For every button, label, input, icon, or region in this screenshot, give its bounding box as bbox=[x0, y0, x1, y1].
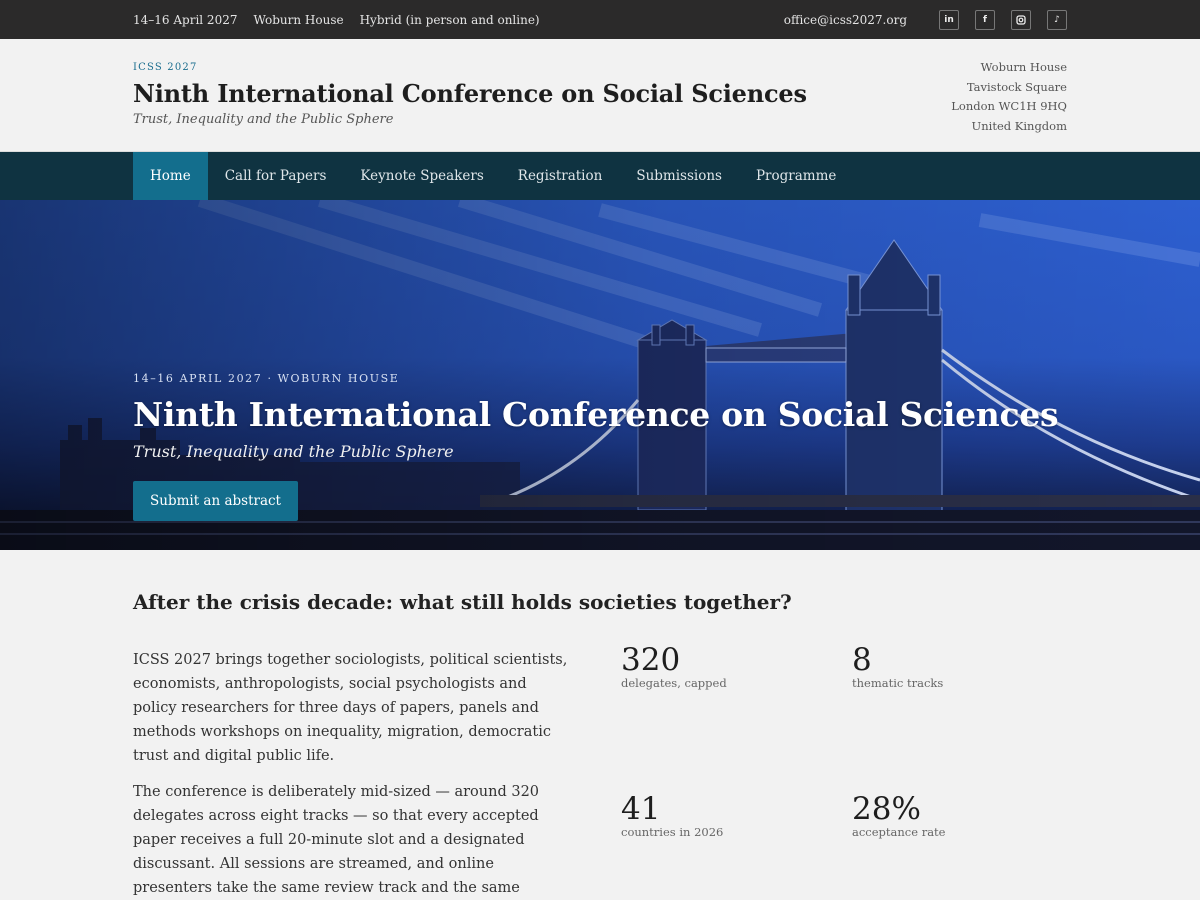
address-line: Tavistock Square bbox=[966, 79, 1067, 94]
stat-label: thematic tracks bbox=[852, 676, 944, 690]
stat-value: 28% bbox=[852, 791, 921, 827]
stat-value: 8 bbox=[852, 642, 872, 678]
stat-acceptance: 28% acceptance rate bbox=[852, 791, 1052, 900]
intro-paragraph: ICSS 2027 brings together sociologists, … bbox=[133, 652, 568, 764]
address-line: United Kingdom bbox=[971, 118, 1067, 133]
stat-label: delegates, capped bbox=[621, 676, 727, 690]
nav-submissions[interactable]: Submissions bbox=[619, 152, 739, 200]
stat-countries: 41 countries in 2026 bbox=[621, 791, 852, 900]
nav-programme[interactable]: Programme bbox=[739, 152, 853, 200]
event-info: 14–16 April 2027 Woburn House Hybrid (in… bbox=[133, 13, 540, 27]
hero-title: Ninth International Conference on Social… bbox=[133, 395, 1059, 434]
nav-registration[interactable]: Registration bbox=[501, 152, 620, 200]
event-format: Hybrid (in person and online) bbox=[359, 12, 540, 27]
event-venue: Woburn House bbox=[253, 12, 344, 27]
stat-label: acceptance rate bbox=[852, 825, 946, 839]
stats-grid: 320 delegates, capped 8 thematic tracks … bbox=[621, 642, 1052, 900]
top-bar: 14–16 April 2027 Woburn House Hybrid (in… bbox=[0, 0, 1200, 39]
nav-keynote-speakers[interactable]: Keynote Speakers bbox=[343, 152, 500, 200]
stat-label: countries in 2026 bbox=[621, 825, 724, 839]
masthead: ICSS 2027 Ninth International Conference… bbox=[0, 39, 1200, 152]
hero-banner: 14–16 APRIL 2027 · WOBURN HOUSE Ninth In… bbox=[0, 200, 1200, 550]
stat-delegates: 320 delegates, capped bbox=[621, 642, 852, 775]
linkedin-icon[interactable]: in bbox=[939, 9, 959, 30]
site-branding: ICSS 2027 Ninth International Conference… bbox=[133, 62, 807, 151]
address-line: Woburn House bbox=[980, 60, 1067, 74]
main-nav: Home Call for Papers Keynote Speakers Re… bbox=[0, 152, 1200, 200]
contact-email-link[interactable]: office@icss2027.org bbox=[784, 13, 907, 27]
main-content: After the crisis decade: what still hold… bbox=[0, 550, 1200, 900]
instagram-icon[interactable] bbox=[1011, 9, 1031, 30]
intro-paragraph: The conference is deliberately mid-sized… bbox=[133, 784, 540, 896]
hero-kicker: 14–16 APRIL 2027 · WOBURN HOUSE bbox=[133, 372, 400, 385]
stat-tracks: 8 thematic tracks bbox=[852, 642, 1052, 775]
facebook-icon[interactable]: f bbox=[975, 9, 995, 30]
venue-address: Woburn House Tavistock Square London WC1… bbox=[951, 58, 1067, 151]
stat-value: 320 bbox=[621, 642, 681, 678]
intro-section: ICSS 2027 brings together sociologists, … bbox=[133, 642, 1067, 900]
hero-subtitle: Trust, Inequality and the Public Sphere bbox=[133, 442, 454, 461]
nav-call-for-papers[interactable]: Call for Papers bbox=[208, 152, 344, 200]
address-line: London WC1H 9HQ bbox=[951, 99, 1067, 113]
contact-social: office@icss2027.org in f ♪ bbox=[784, 9, 1067, 30]
site-title[interactable]: Ninth International Conference on Social… bbox=[133, 79, 807, 108]
nav-home[interactable]: Home bbox=[133, 152, 208, 200]
submit-abstract-button[interactable]: Submit an abstract bbox=[133, 481, 298, 521]
tiktok-icon[interactable]: ♪ bbox=[1047, 9, 1067, 30]
site-subtitle: Trust, Inequality and the Public Sphere bbox=[133, 112, 394, 127]
event-dates: 14–16 April 2027 bbox=[133, 12, 238, 27]
site-kicker: ICSS 2027 bbox=[133, 62, 198, 73]
intro-text: ICSS 2027 brings together sociologists, … bbox=[133, 648, 573, 900]
stat-value: 41 bbox=[621, 791, 661, 827]
section-heading: After the crisis decade: what still hold… bbox=[133, 590, 792, 614]
hero-content: 14–16 APRIL 2027 · WOBURN HOUSE Ninth In… bbox=[133, 372, 1059, 521]
